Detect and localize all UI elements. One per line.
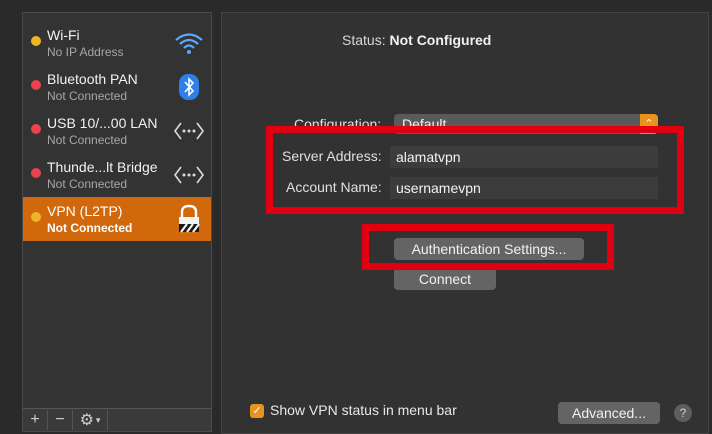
status-value: Not Configured	[389, 32, 492, 48]
status-dot	[31, 124, 41, 134]
wifi-icon	[173, 29, 205, 57]
status-dot	[31, 80, 41, 90]
vpn-lock-icon	[173, 204, 205, 233]
highlight-box-credentials	[266, 126, 684, 214]
service-item-thunderbolt-bridge[interactable]: Thunde...lt Bridge Not Connected	[23, 153, 211, 197]
service-list: Wi-Fi No IP Address Bluetooth PAN Not Co…	[22, 12, 212, 420]
show-vpn-status-label: Show VPN status in menu bar	[270, 402, 457, 418]
service-list-toolbar: + − ⚙ ▾	[22, 408, 212, 432]
service-status: Not Connected	[47, 177, 128, 191]
service-name: Thunde...lt Bridge	[47, 159, 158, 175]
status-dot	[31, 36, 41, 46]
gear-icon: ⚙	[79, 412, 94, 429]
show-vpn-status-checkbox[interactable]: ✓	[250, 404, 264, 418]
highlight-box-authentication	[362, 224, 614, 270]
status-dot	[31, 212, 41, 222]
status-line: Status: Not Configured	[342, 32, 491, 48]
service-item-vpn-l2tp[interactable]: VPN (L2TP) Not Connected	[23, 197, 211, 241]
service-status: No IP Address	[47, 45, 124, 59]
add-service-button[interactable]: +	[23, 410, 48, 430]
service-name: Wi-Fi	[47, 27, 80, 43]
advanced-button[interactable]: Advanced...	[558, 402, 660, 424]
service-item-bluetooth-pan[interactable]: Bluetooth PAN Not Connected	[23, 65, 211, 109]
service-status: Not Connected	[47, 89, 128, 103]
service-item-usb-lan[interactable]: USB 10/...00 LAN Not Connected	[23, 109, 211, 153]
service-item-wifi[interactable]: Wi-Fi No IP Address	[23, 21, 211, 65]
bluetooth-icon	[173, 73, 205, 101]
status-dot	[31, 168, 41, 178]
status-label: Status:	[342, 32, 386, 48]
ethernet-arrows-icon	[173, 117, 205, 145]
help-button[interactable]: ?	[674, 404, 692, 422]
service-name: Bluetooth PAN	[47, 71, 138, 87]
service-name: VPN (L2TP)	[47, 203, 123, 219]
service-status: Not Connected	[47, 133, 128, 147]
ethernet-arrows-icon	[173, 161, 205, 189]
service-status: Not Connected	[47, 221, 133, 235]
gear-menu-button[interactable]: ⚙ ▾	[73, 410, 108, 430]
service-name: USB 10/...00 LAN	[47, 115, 158, 131]
remove-service-button[interactable]: −	[48, 410, 73, 430]
chevron-down-icon: ▾	[95, 414, 101, 425]
connect-button[interactable]: Connect	[394, 268, 496, 290]
vpn-detail-panel	[221, 12, 709, 434]
